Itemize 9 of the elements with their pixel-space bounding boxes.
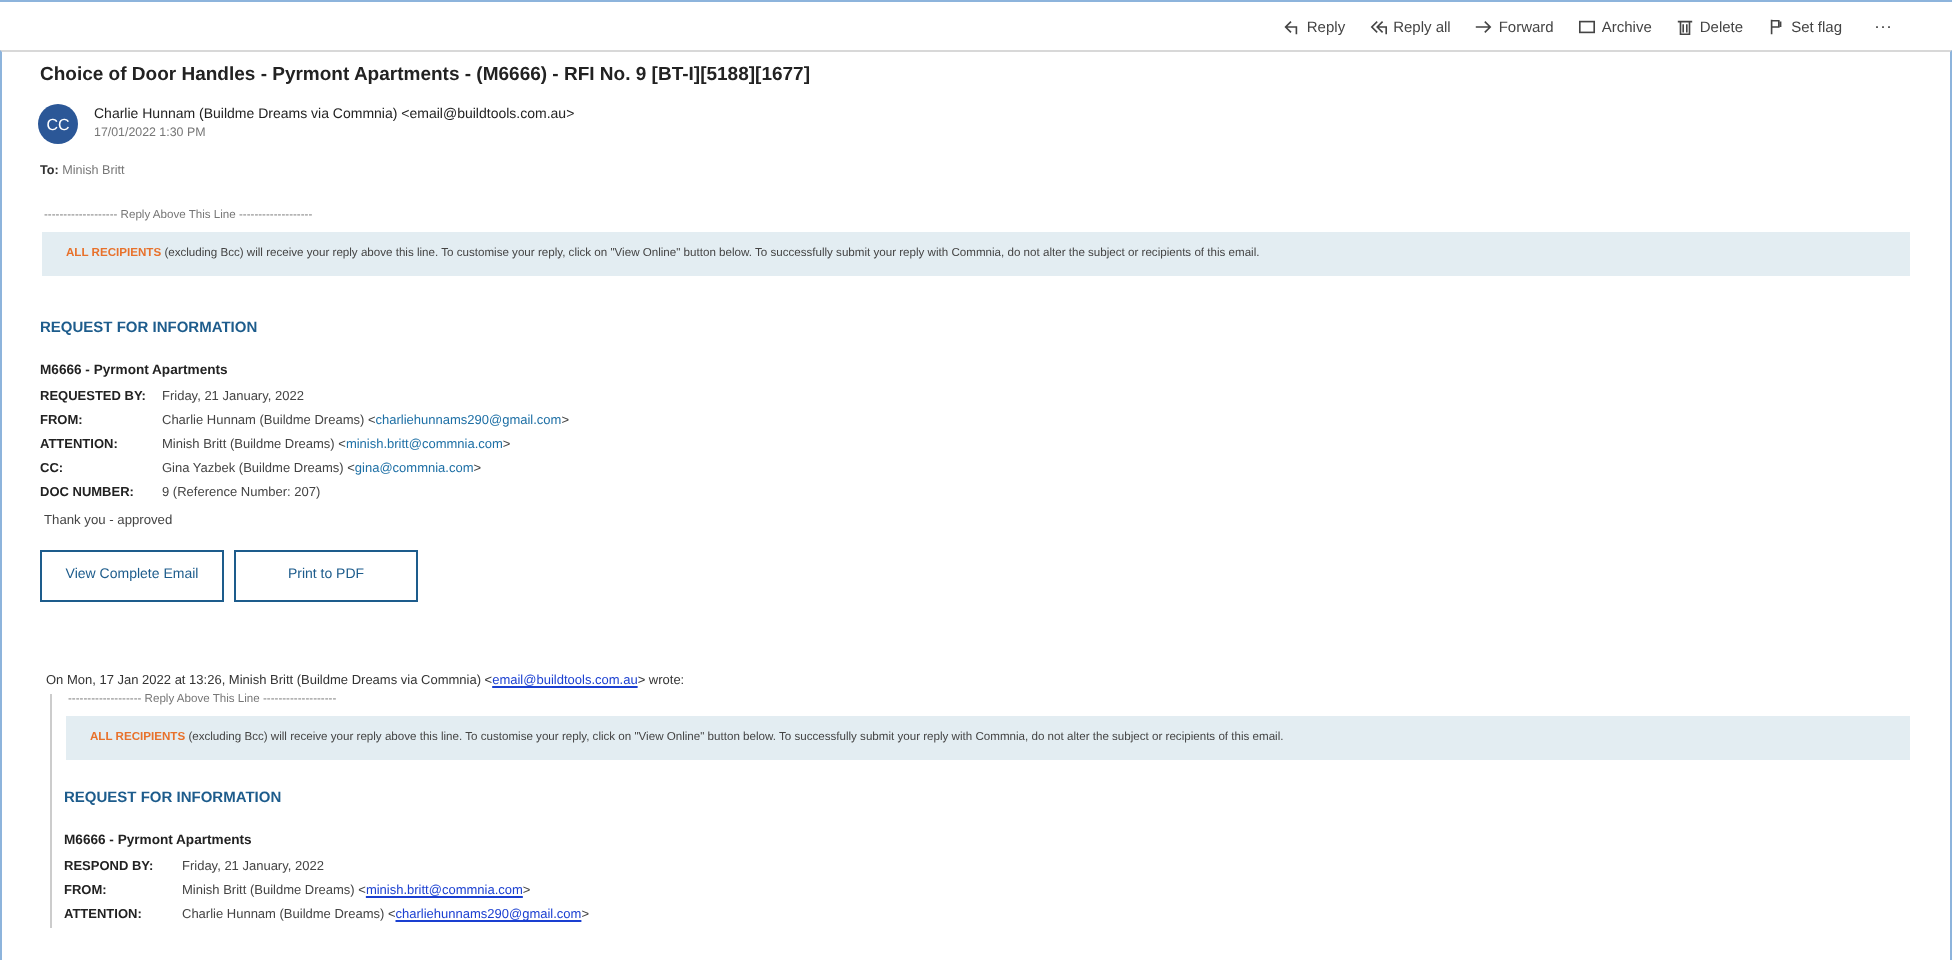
email-subject: Choice of Door Handles - Pyrmont Apartments - (M6666) - RFI No. 9 [BT-I][5188][1677] — [40, 64, 812, 86]
reply-all-icon — [1369, 17, 1388, 35]
reply-icon — [1282, 17, 1301, 35]
trash-icon — [1675, 17, 1694, 35]
more-button[interactable]: ··· — [1866, 16, 1892, 36]
flag-icon — [1767, 17, 1786, 35]
sender-avatar: CC — [38, 104, 78, 144]
archive-icon — [1577, 17, 1596, 35]
arrow-icon — [1474, 17, 1493, 35]
